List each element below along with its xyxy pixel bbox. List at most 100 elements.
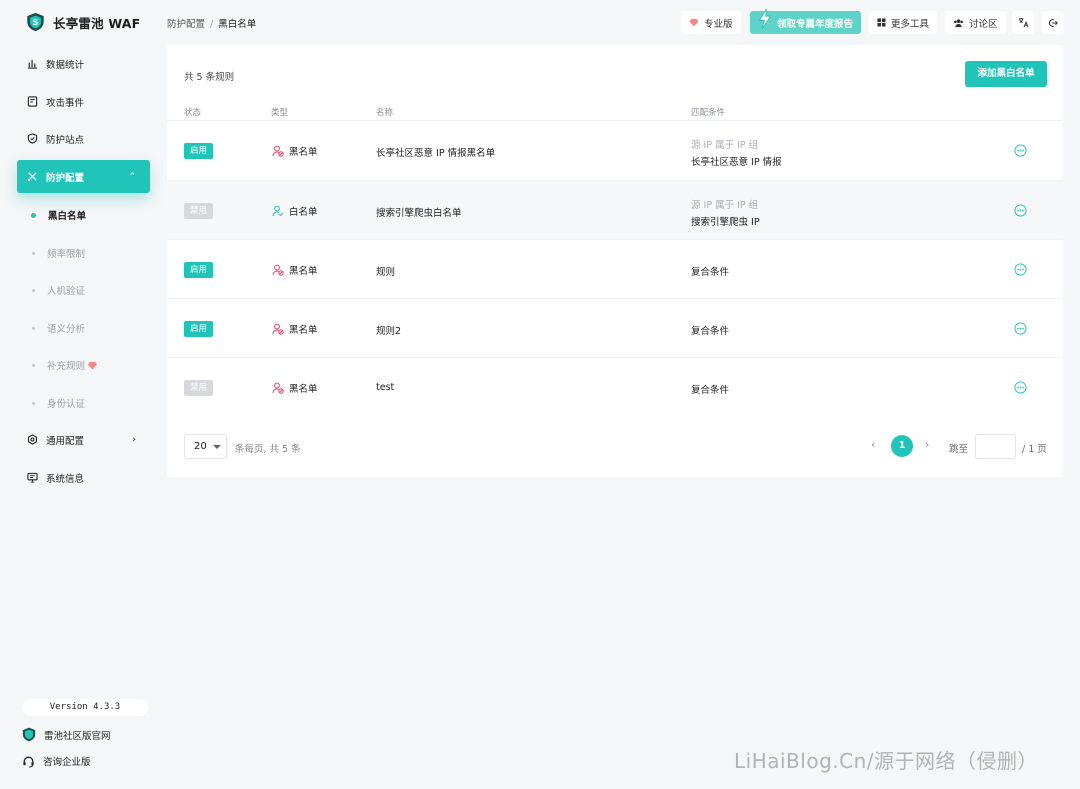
condition-value: 复合条件: [691, 267, 730, 278]
community-site-link[interactable]: 雷池社区版官网: [22, 727, 111, 742]
user-check-icon: [272, 205, 284, 217]
annual-report-button[interactable]: 领取专属年度报告: [750, 8, 862, 34]
dot-icon: [32, 363, 35, 367]
breadcrumb: 防护配置 / 黑白名单: [167, 16, 256, 30]
watermark: LiHaiBlog.Cn/源于网络（侵删）: [734, 749, 1038, 773]
sidebar-item-protection-config[interactable]: 防护配置 ⌃: [17, 160, 150, 193]
rule-type: 白名单: [272, 204, 318, 218]
sidebar-subitem-extra-rules[interactable]: 补充规则: [32, 358, 98, 372]
table-row[interactable]: 启用 黑名单 长亭社区恶意 IP 情报黑名单 源 IP 属于 IP 组 长亭社区…: [167, 120, 1063, 179]
sidebar-subitem-rate-limit[interactable]: 频率限制: [32, 246, 85, 260]
dot-icon: [32, 326, 35, 330]
more-options-icon[interactable]: [1014, 204, 1027, 217]
more-options-icon[interactable]: [1014, 144, 1027, 157]
translate-icon: [1018, 17, 1029, 28]
annual-report-label: 领取专属年度报告: [777, 18, 854, 30]
user-block-icon: [272, 264, 284, 276]
sidebar-item-label: 防护站点: [46, 134, 85, 146]
more-options-icon[interactable]: [1014, 381, 1027, 394]
dot-icon: [32, 251, 35, 255]
status-badge[interactable]: 启用: [184, 321, 213, 337]
table-row[interactable]: 禁用 白名单 搜索引擎爬虫白名单 源 IP 属于 IP 组 搜索引擎爬虫 IP: [167, 180, 1063, 239]
monitor-icon: [27, 472, 38, 483]
sidebar-item-general-config[interactable]: 通用配置 ›: [17, 423, 150, 456]
sidebar-item-label: 攻击事件: [46, 97, 85, 109]
community-site-label: 雷池社区版官网: [44, 730, 111, 742]
user-block-icon: [272, 323, 284, 335]
sidebar-subitem-label: 身份认证: [47, 399, 86, 410]
status-badge[interactable]: 启用: [184, 262, 213, 278]
rules-card: 共 5 条规则 添加黑白名单 状态 类型 名称 匹配条件 启用 黑名单 长亭社区…: [167, 45, 1063, 477]
sidebar-subitem-captcha[interactable]: 人机验证: [32, 283, 85, 297]
status-badge[interactable]: 启用: [184, 143, 213, 159]
rule-type: 黑名单: [272, 381, 318, 395]
status-badge[interactable]: 禁用: [184, 380, 213, 396]
rule-condition: 复合条件: [691, 382, 729, 396]
jump-to-page-input[interactable]: [975, 434, 1016, 459]
breadcrumb-parent[interactable]: 防护配置: [167, 19, 205, 30]
sidebar-subitem-label: 人机验证: [47, 286, 86, 297]
rule-condition: 复合条件: [691, 264, 729, 278]
language-button[interactable]: [1012, 11, 1034, 34]
next-page-icon[interactable]: ›: [925, 438, 929, 451]
shield-icon: [27, 133, 38, 144]
sidebar-item-label: 数据统计: [46, 59, 85, 71]
breadcrumb-separator: /: [210, 19, 214, 30]
column-header-name: 名称: [376, 108, 394, 118]
prev-page-icon[interactable]: ‹: [871, 438, 875, 451]
rule-name: 规则2: [376, 326, 402, 337]
sidebar-item-attacks[interactable]: 攻击事件: [17, 85, 150, 118]
sidebar-subitem-blackwhite[interactable]: 黑白名单: [31, 208, 87, 222]
lightning-icon: [758, 8, 772, 29]
app-title: 长亭雷池 WAF: [53, 15, 141, 31]
rule-name: 规则: [376, 267, 396, 278]
condition-label: 源 IP 属于 IP 组: [691, 200, 759, 211]
sidebar-item-system-info[interactable]: 系统信息: [17, 461, 150, 494]
rule-type: 黑名单: [272, 322, 318, 336]
grid-icon: [877, 18, 886, 27]
diamond-icon: [689, 18, 699, 27]
table-row[interactable]: 启用 黑名单 规则 复合条件: [167, 239, 1063, 298]
community-icon: [954, 18, 963, 27]
version-badge: Version 4.3.3: [22, 699, 148, 716]
condition-value: 搜索引擎爬虫 IP: [691, 217, 760, 228]
sidebar-item-label: 系统信息: [46, 473, 85, 485]
more-options-icon[interactable]: [1014, 322, 1027, 335]
enterprise-consult-link[interactable]: 咨询企业版: [22, 754, 91, 768]
forum-button[interactable]: 讨论区: [945, 11, 1006, 34]
sidebar-item-stats[interactable]: 数据统计: [17, 47, 150, 80]
current-page-button[interactable]: 1: [891, 435, 913, 457]
page-size-select[interactable]: 20: [184, 434, 227, 459]
app-logo[interactable]: S 长亭雷池 WAF: [26, 12, 140, 32]
sidebar-subitem-label: 黑白名单: [48, 211, 87, 222]
rule-count: 共 5 条规则: [184, 72, 235, 83]
more-tools-button[interactable]: 更多工具: [869, 11, 938, 34]
more-options-icon[interactable]: [1014, 263, 1027, 276]
rule-type-label: 黑名单: [289, 384, 318, 395]
enterprise-consult-label: 咨询企业版: [43, 757, 91, 768]
pro-edition-button[interactable]: 专业版: [681, 11, 741, 34]
sidebar-subitem-semantic[interactable]: 语义分析: [32, 321, 85, 335]
sidebar-item-sites[interactable]: 防护站点: [17, 122, 150, 155]
sidebar-subitem-auth[interactable]: 身份认证: [32, 396, 85, 410]
forum-label: 讨论区: [969, 18, 998, 30]
headset-icon: [23, 756, 34, 767]
table-row[interactable]: 禁用 黑名单 test 复合条件: [167, 357, 1063, 416]
sidebar: S 长亭雷池 WAF 数据统计 攻击事件 防护站点 防护配置 ⌃ 黑白名单 频率…: [0, 0, 160, 789]
jump-to-label: 跳至: [949, 444, 969, 455]
rule-name: test: [376, 382, 395, 393]
add-blackwhite-button[interactable]: 添加黑白名单: [965, 61, 1047, 87]
sidebar-item-label: 防护配置: [46, 172, 85, 184]
rule-name: 搜索引擎爬虫白名单: [376, 208, 462, 219]
user-block-icon: [272, 145, 284, 157]
chevron-up-icon: ⌃: [128, 171, 136, 182]
status-badge[interactable]: 禁用: [184, 203, 213, 219]
total-pages: / 1 页: [1022, 444, 1047, 455]
dot-icon: [32, 288, 35, 292]
logout-button[interactable]: [1042, 11, 1064, 34]
rule-type-label: 黑名单: [289, 325, 318, 336]
more-tools-label: 更多工具: [891, 18, 930, 30]
rule-type-label: 黑名单: [289, 147, 318, 158]
table-row[interactable]: 启用 黑名单 规则2 复合条件: [167, 298, 1063, 357]
breadcrumb-current: 黑白名单: [218, 19, 257, 30]
